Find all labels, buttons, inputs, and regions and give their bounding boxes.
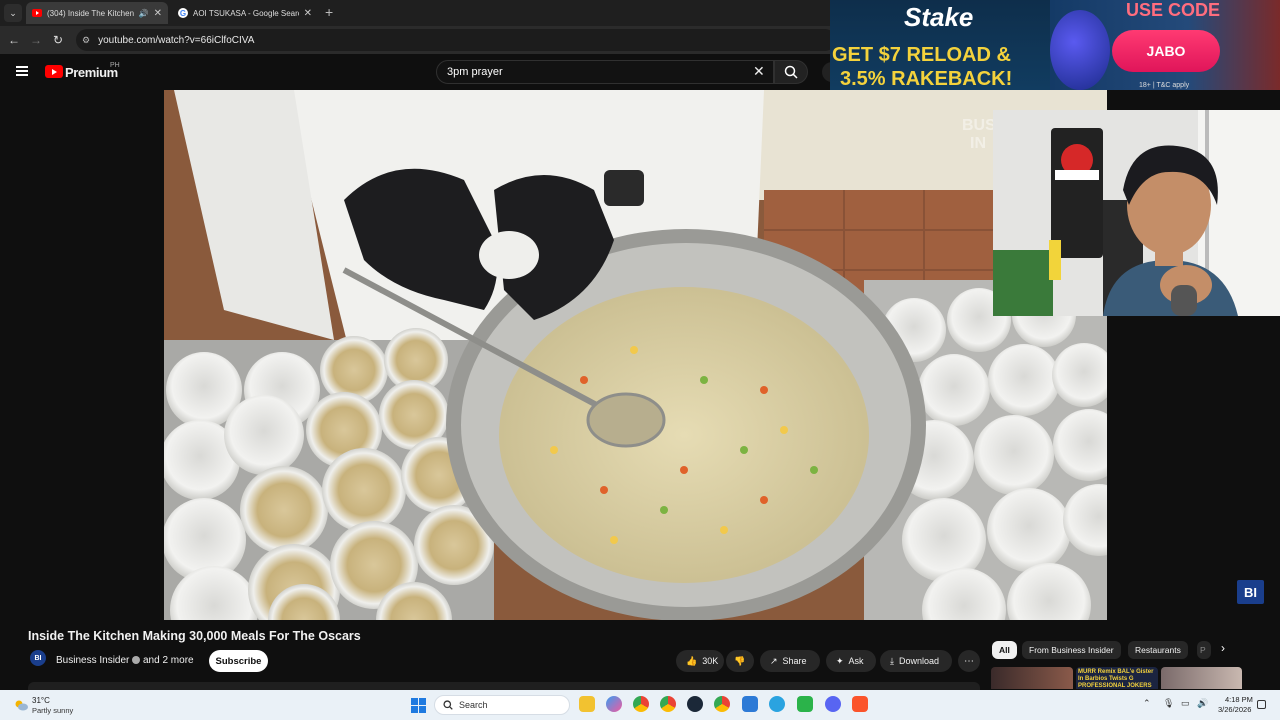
video-title: Inside The Kitchen Making 30,000 Meals F… xyxy=(28,629,361,643)
address-bar[interactable]: ⚙ youtube.com/watch?v=66iClfoCIVA xyxy=(76,29,836,51)
clock-time[interactable]: 4:18 PM xyxy=(1225,695,1253,704)
url-text: youtube.com/watch?v=66iClfoCIVA xyxy=(98,34,255,46)
tab-search-button[interactable]: ⌄ xyxy=(4,4,22,22)
windows-start-icon[interactable] xyxy=(411,698,426,713)
webcam-frame xyxy=(993,110,1280,316)
file-explorer-icon[interactable] xyxy=(579,696,595,712)
streamer-webcam xyxy=(993,110,1280,316)
menu-icon[interactable] xyxy=(16,66,28,76)
collaborators-link[interactable]: and 2 more xyxy=(143,655,194,666)
thumbs-up-icon: 👍 xyxy=(686,655,698,666)
more-actions-icon[interactable]: ⋯ xyxy=(958,650,980,672)
back-arrow-icon[interactable]: ← xyxy=(5,31,23,49)
taskbar-search-placeholder: Search xyxy=(459,700,488,710)
ad-planet-graphic xyxy=(1050,10,1110,90)
youtube-favicon-icon xyxy=(32,9,42,17)
tab-google-search[interactable]: G AOI TSUKASA - Google Search ✕ xyxy=(172,2,318,24)
search-button[interactable] xyxy=(774,60,808,84)
region-code: PH xyxy=(110,62,120,69)
recommended-thumbnail[interactable]: MURR Remix BAL'e Gister In Barbios Twist… xyxy=(1076,667,1158,689)
sponsor-ad-banner: Stake GET $7 RELOAD & 3.5% RAKEBACK! USE… xyxy=(830,0,1280,90)
chip-restaurants[interactable]: Restaurants xyxy=(1128,641,1188,659)
thumbs-down-icon: 👎 xyxy=(734,655,746,666)
chip-partial[interactable]: P xyxy=(1197,641,1211,659)
app-green-icon[interactable] xyxy=(797,696,813,712)
chrome-icon[interactable] xyxy=(660,696,676,712)
audio-playing-icon[interactable]: 🔊 xyxy=(139,9,149,18)
display-icon[interactable]: ▭ xyxy=(1181,698,1190,709)
site-info-icon[interactable]: ⚙ xyxy=(82,35,90,46)
like-count: 30K xyxy=(702,656,719,666)
close-tab-icon[interactable]: ✕ xyxy=(154,8,162,19)
share-arrow-icon: ↗ xyxy=(770,655,778,666)
discord-icon[interactable] xyxy=(825,696,841,712)
share-button[interactable]: ↗ Share xyxy=(760,650,820,672)
notification-bell-icon[interactable] xyxy=(1257,700,1266,709)
chrome-active-icon[interactable] xyxy=(714,696,730,712)
steam-icon[interactable] xyxy=(687,696,703,712)
chevron-right-icon[interactable]: › xyxy=(1221,641,1225,655)
reload-icon[interactable]: ↻ xyxy=(49,31,67,49)
clear-search-icon[interactable]: ✕ xyxy=(753,63,765,80)
ad-code-badge: JABO xyxy=(1112,30,1220,72)
tab-title: AOI TSUKASA - Google Search xyxy=(193,8,299,18)
ad-terms: 18+ | T&C apply xyxy=(1139,82,1190,89)
ad-brand-logo: Stake xyxy=(904,2,974,32)
tab-title: (304) Inside The Kitchen Ma xyxy=(47,8,134,18)
close-tab-icon[interactable]: ✕ xyxy=(304,8,312,19)
share-label: Share xyxy=(782,656,807,666)
chip-from-business-insider[interactable]: From Business Insider xyxy=(1022,641,1121,659)
google-favicon-icon: G xyxy=(178,8,188,18)
download-label: Download xyxy=(898,656,940,666)
notepad-icon[interactable] xyxy=(742,696,758,712)
chevron-up-icon[interactable]: ⌃ xyxy=(1143,698,1151,709)
recommended-thumbnail[interactable] xyxy=(991,667,1073,689)
download-button[interactable]: ⤓ Download xyxy=(880,650,952,672)
new-tab-icon[interactable]: + xyxy=(325,4,333,20)
svg-text:IN: IN xyxy=(970,135,986,152)
telegram-icon[interactable] xyxy=(769,696,785,712)
like-button[interactable]: 👍 30K xyxy=(676,650,724,672)
weather-description[interactable]: Partly sunny xyxy=(32,706,73,715)
forward-arrow-icon[interactable]: → xyxy=(27,31,45,49)
watch-metadata: Inside The Kitchen Making 30,000 Meals F… xyxy=(0,620,1280,690)
description-box[interactable] xyxy=(28,682,980,690)
tab-youtube[interactable]: (304) Inside The Kitchen Ma 🔊 ✕ xyxy=(26,2,168,24)
partly-sunny-icon xyxy=(15,700,28,711)
taskbar-search-box[interactable]: Search xyxy=(434,695,570,715)
channel-name-link[interactable]: Business Insider xyxy=(56,655,129,666)
subscribe-button[interactable]: Subscribe xyxy=(209,650,268,672)
verified-badge-icon xyxy=(132,656,140,664)
ask-label: Ask xyxy=(848,656,864,666)
search-icon xyxy=(443,700,453,710)
thumbnail-caption: MURR Remix BAL'e Gister In Barbios Twist… xyxy=(1078,669,1154,689)
chip-all[interactable]: All xyxy=(992,641,1017,659)
microphone-icon[interactable]: 🎙 xyxy=(1163,698,1174,709)
ad-use-code-label: USE CODE xyxy=(1126,0,1221,20)
ad-headline-1: GET $7 RELOAD & xyxy=(832,44,1011,66)
search-query: 3pm prayer xyxy=(447,66,503,78)
dislike-button[interactable]: 👎 xyxy=(726,650,754,672)
copilot-icon[interactable] xyxy=(606,696,622,712)
ask-button[interactable]: ✦ Ask xyxy=(826,650,876,672)
svg-text:BUS: BUS xyxy=(962,117,996,134)
channel-watermark-logo[interactable]: BI xyxy=(1237,580,1264,604)
video-player[interactable]: BUS IN xyxy=(164,90,1107,620)
channel-avatar[interactable]: BI xyxy=(30,650,46,666)
video-frame: BUS IN xyxy=(164,90,1107,620)
brave-icon[interactable] xyxy=(852,696,868,712)
weather-temperature[interactable]: 31°C xyxy=(32,696,50,705)
chrome-profile-icon[interactable] xyxy=(633,696,649,712)
sparkle-icon: ✦ xyxy=(836,655,844,666)
download-icon: ⤓ xyxy=(890,655,894,666)
search-input[interactable]: 3pm prayer xyxy=(436,60,774,84)
youtube-logo-icon[interactable] xyxy=(45,65,63,78)
clock-date[interactable]: 3/26/2026 xyxy=(1218,705,1251,714)
recommended-thumbnail[interactable] xyxy=(1161,667,1242,689)
volume-icon[interactable]: 🔊 xyxy=(1197,698,1208,709)
windows-taskbar: 31°C Partly sunny Search ⌃ 🎙 ▭ 🔊 4:18 PM… xyxy=(0,690,1280,720)
ad-headline-2: 3.5% RAKEBACK! xyxy=(840,68,1013,90)
search-icon xyxy=(784,65,798,79)
